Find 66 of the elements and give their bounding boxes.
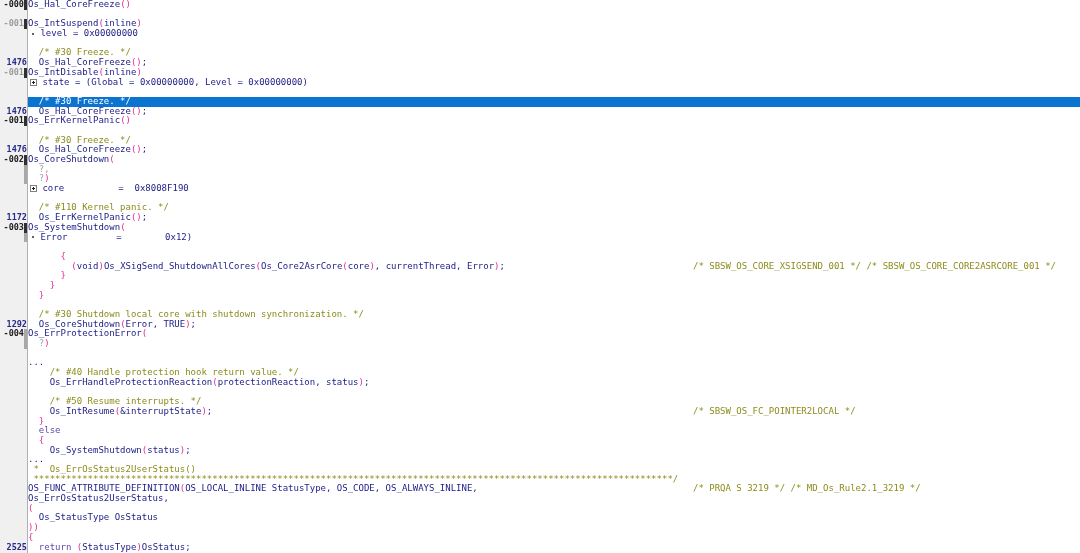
line-number: -003	[3, 222, 24, 233]
code-line: Os_Hal_CoreFreeze();	[38, 145, 148, 155]
code-line: ...	[28, 455, 45, 465]
code-line: ?)	[38, 339, 50, 349]
code-line: Os_IntSuspend(inline)	[28, 19, 142, 30]
line-number: 1292	[6, 319, 27, 329]
code-comment: /* PRQA S 3219 */ /* MD_Os_Rule2.1_3219 */	[693, 484, 921, 495]
line-number: -001	[3, 67, 24, 78]
code-line: ?,	[38, 164, 50, 174]
code-line: /* #30 Freeze. */	[37, 48, 131, 58]
code-line: Os_IntDisable(inline)	[28, 67, 142, 78]
code-line: core = 0x8008F190	[41, 184, 189, 194]
code-line: /* #30 Shutdown local core with shutdown synchronization. */	[37, 310, 364, 320]
code-line: return (StatusType)OsStatus;	[37, 542, 191, 553]
code-line: (	[28, 503, 34, 514]
code-line: ))	[28, 523, 39, 533]
code-line: /* #50 Resume interrupts. */	[48, 397, 202, 407]
code-line: Error = 0x12)	[40, 232, 193, 243]
code-line: else	[37, 426, 61, 436]
code-line: Os_Hal_CoreFreeze();	[38, 58, 148, 68]
line-number: 1476	[6, 58, 27, 68]
code-line: level = 0x00000000	[40, 29, 138, 39]
line-number: -002	[3, 155, 24, 165]
line-number: -001	[3, 19, 24, 30]
line-number: 2525	[6, 542, 27, 553]
code-line: (void)Os_XSigSend_ShutdownAllCores(Os_Core2AsrCore(core), currentThread, Error);	[70, 261, 505, 272]
code-line: Os_Hal_CoreFreeze()	[28, 0, 131, 10]
code-line: ...	[28, 358, 45, 369]
code-line: {	[37, 435, 45, 446]
line-number: 1476	[6, 106, 27, 116]
code-line: Os_StatusType OsStatus	[37, 513, 159, 524]
code-comment: /* SBSW_OS_CORE_XSIGSEND_001 */ /* SBSW_OS_CORE_CORE2ASRCORE_001 */	[693, 261, 1057, 272]
code-comment: /* SBSW_OS_FC_POINTER2LOCAL */	[693, 406, 856, 417]
code-line: Os_ErrKernelPanic()	[28, 116, 131, 126]
code-line: /* #30 Freeze. */	[37, 135, 131, 145]
code-line: {	[59, 251, 66, 262]
code-line: ?)	[37, 174, 50, 185]
code-line: /* #40 Handle protection hook return value. */	[48, 368, 299, 378]
code-line: /* #110 Kernel panic. */	[37, 203, 169, 214]
code-line: }	[48, 280, 56, 291]
expand-icon[interactable]	[30, 78, 37, 86]
code-line: Os_Hal_CoreFreeze();	[38, 106, 148, 117]
line-number: 1172	[6, 213, 27, 223]
line-number: -004	[3, 329, 24, 340]
code-line: Os_SystemShutdown(	[28, 222, 126, 233]
code-line: }	[37, 290, 45, 301]
code-line: }	[37, 416, 45, 426]
code-line: * Os_ErrOsStatus2UserStatus()	[32, 465, 196, 475]
code-line: /* #30 Freeze. */	[37, 96, 131, 107]
line-number: 1476	[6, 145, 27, 155]
code-line: }	[59, 271, 66, 281]
code-line: Os_ErrKernelPanic();	[38, 213, 148, 223]
line-number: -001	[3, 116, 24, 126]
code-line: Os_CoreShutdown(	[28, 155, 115, 165]
expand-icon[interactable]	[30, 185, 37, 193]
code-line: Os_ErrProtectionError(	[28, 329, 148, 340]
line-number: -000	[3, 0, 24, 10]
code-line: {	[28, 532, 34, 543]
code-line: Os_IntResume(&interruptState);	[48, 406, 213, 417]
code-line: Os_SystemShutdown(status);	[48, 445, 191, 456]
code-line: OS_FUNC_ATTRIBUTE_DEFINITION(OS_LOCAL_INLINE StatusType, OS_CODE, OS_ALWAYS_INLINE,	[28, 484, 478, 495]
code-line: state = (Global = 0x00000000, Level = 0x00000000)	[42, 77, 308, 88]
code-line: Os_CoreShutdown(Error, TRUE);	[38, 319, 196, 330]
code-line: **********************************************************************************************************************/	[32, 474, 679, 484]
code-line: Os_ErrOsStatus2UserStatus,	[28, 494, 169, 504]
code-line: Os_ErrHandleProtectionReaction(protectionReaction, status);	[48, 377, 370, 388]
